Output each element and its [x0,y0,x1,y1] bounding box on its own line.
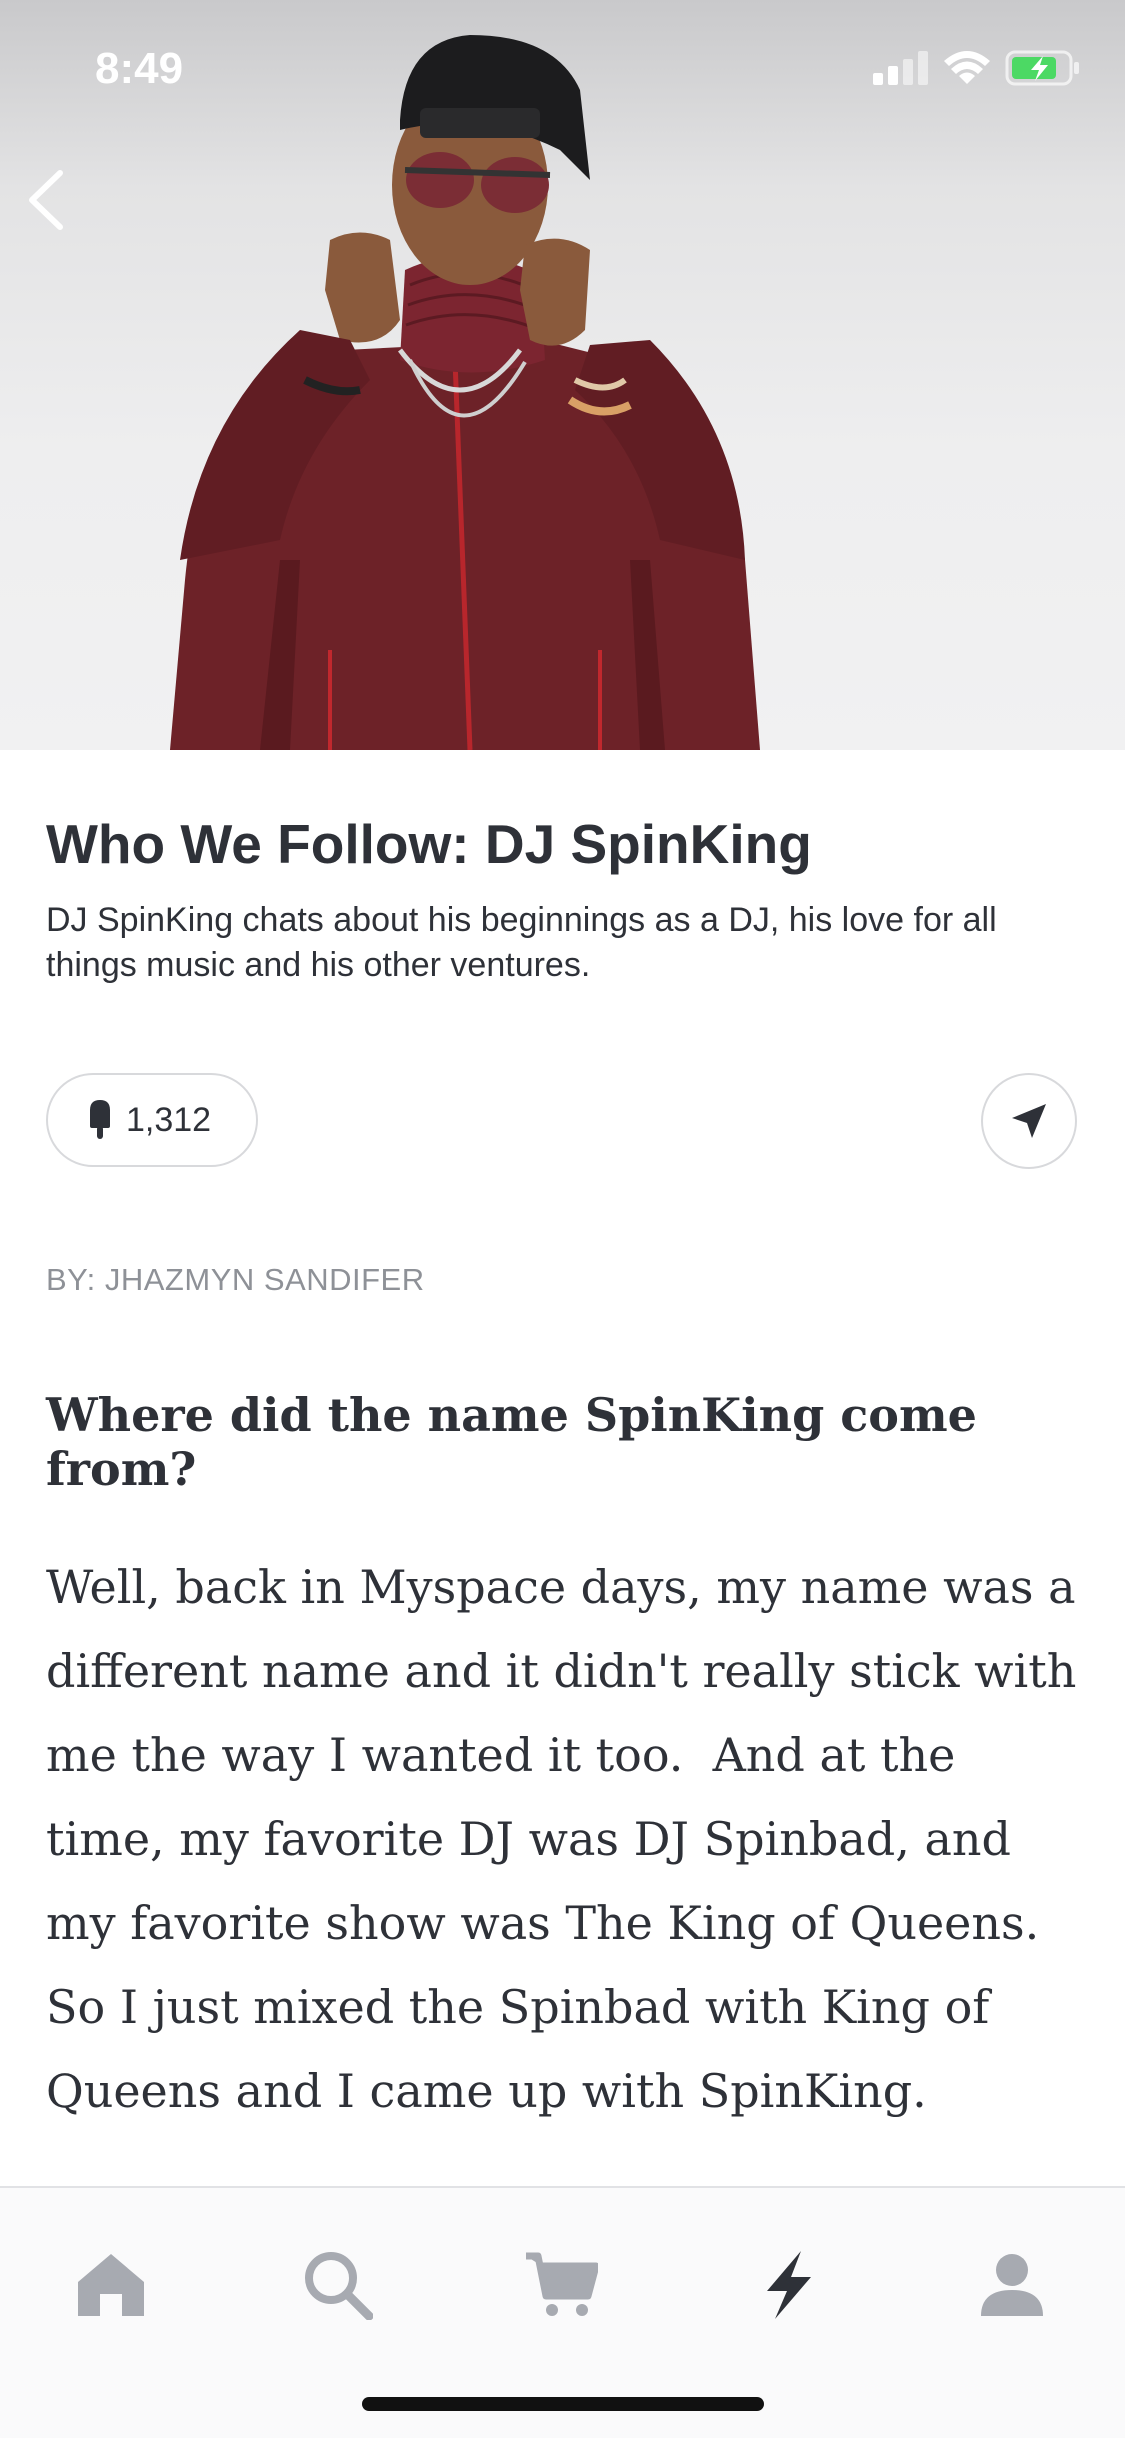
like-button[interactable]: 1,312 [46,1073,258,1167]
share-button[interactable] [981,1073,1077,1169]
article-subtitle: DJ SpinKing chats about his beginnings a… [46,901,997,984]
home-icon [78,2254,144,2316]
interview-answer: Well, back in Myspace days, my name was … [46,1560,1091,2118]
tab-search[interactable] [283,2230,393,2340]
dj-portrait-illustration [170,35,760,750]
send-icon [1012,1104,1046,1138]
profile-icon [981,2254,1043,2316]
tab-cart[interactable] [506,2230,616,2340]
search-icon [305,2252,373,2320]
tab-feed[interactable] [734,2230,844,2340]
popsicle-icon [90,1100,110,1139]
lightning-icon [767,2251,811,2319]
home-indicator [362,2397,764,2411]
battery-icon [1005,50,1079,86]
back-button[interactable] [18,165,78,235]
like-count: 1,312 [126,1100,212,1139]
status-time: 8:49 [95,44,184,93]
status-icons [873,50,1081,86]
article-byline: BY: JHAZMYN SANDIFER [46,1262,425,1297]
signal-icon [873,51,928,85]
cart-icon [526,2252,598,2316]
article-title: Who We Follow: DJ SpinKing [46,813,812,875]
wifi-icon [944,51,990,84]
hero-image: 8:49 [0,0,1125,750]
chevron-left-icon [29,170,63,230]
interview-question: Where did the name SpinKing come from? [46,1388,977,1496]
tab-profile[interactable] [957,2230,1067,2340]
tab-home[interactable] [56,2230,166,2340]
